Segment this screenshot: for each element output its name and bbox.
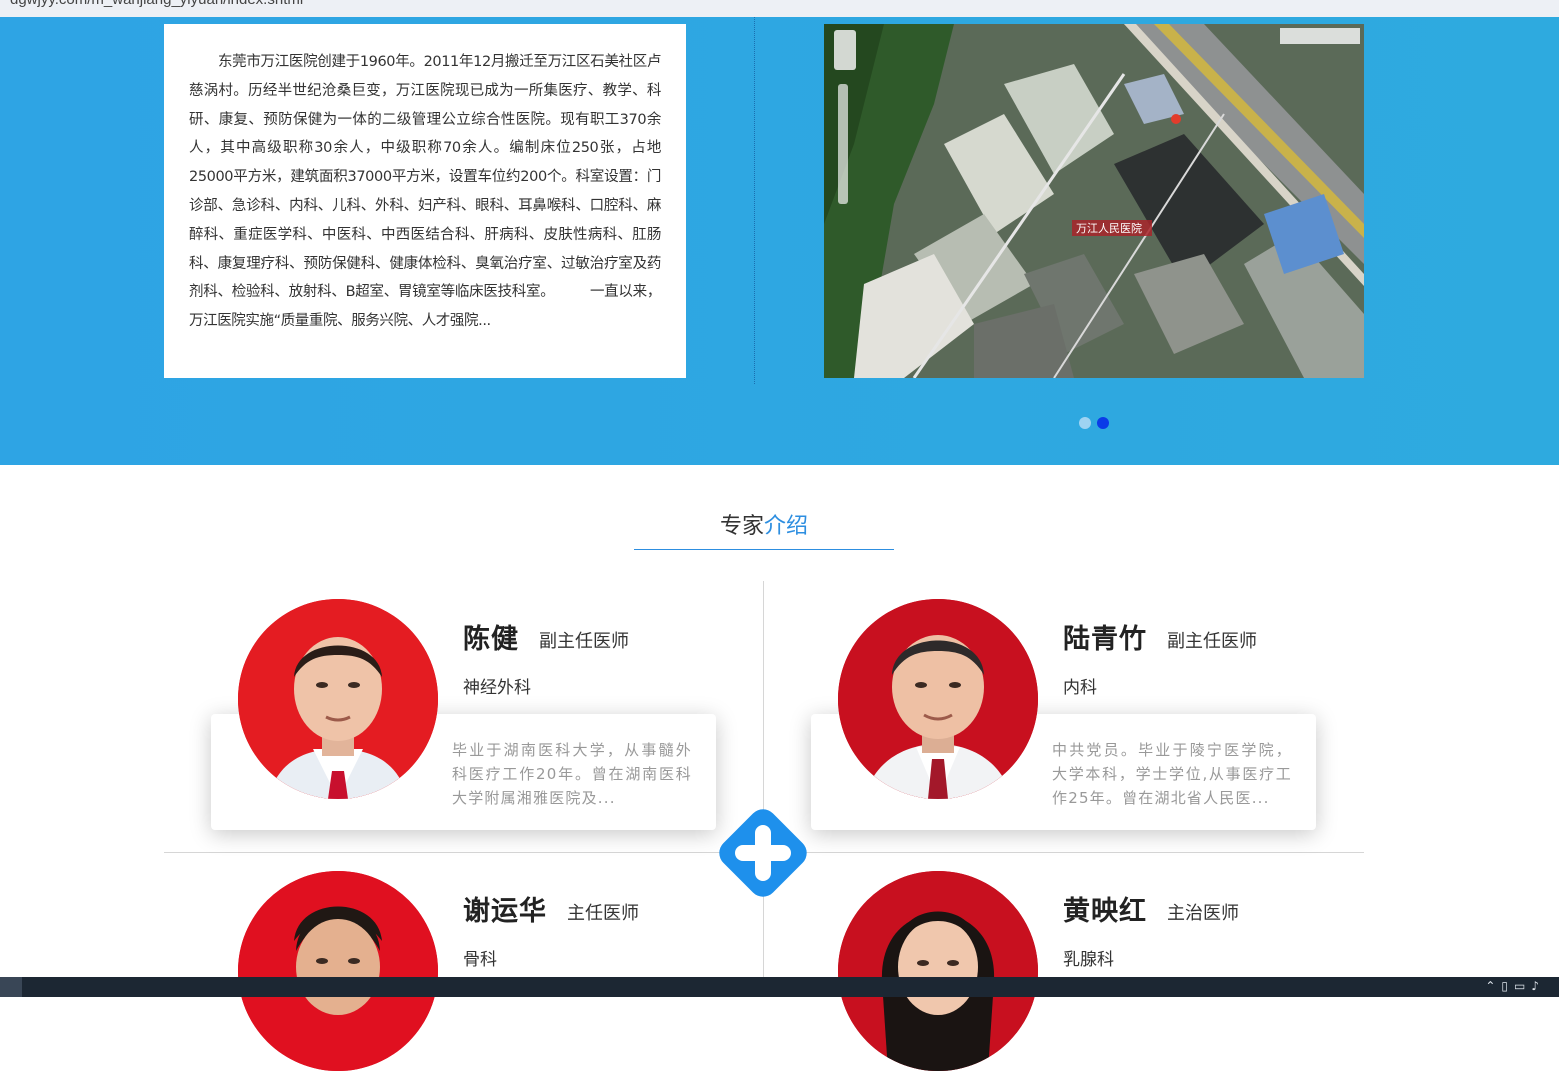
doctor-avatar-4[interactable] (838, 871, 1038, 1071)
doctor-photo-2 (838, 599, 1038, 799)
doctor-avatar-1[interactable] (238, 599, 438, 799)
doctor-name-1[interactable]: 陈健 (463, 617, 519, 656)
satellite-map[interactable]: 万江人民医院 (824, 24, 1364, 378)
volume-icon[interactable]: ♪ (1531, 979, 1545, 993)
carousel-dot-2[interactable] (1097, 417, 1109, 429)
title-accent: 介绍 (764, 514, 809, 539)
doctor-dept-1: 神经外科 (463, 678, 531, 698)
doctor-photo-1 (238, 599, 438, 799)
doctor-name-2[interactable]: 陆青竹 (1063, 617, 1147, 656)
url-text[interactable]: dgwjyy.com/m_wanjiang_yiyuan/index.shtml (10, 0, 303, 8)
tray-chevron-icon[interactable]: ⌃ (1485, 979, 1501, 993)
title-main: 专家 (719, 514, 764, 539)
doctor-dept-3: 骨科 (463, 950, 497, 970)
doctor-title-1: 副主任医师 (539, 631, 629, 652)
satellite-map-image: 万江人民医院 (824, 24, 1364, 378)
doctor-photo-4 (838, 871, 1038, 1071)
doctor-desc-2: 中共党员。毕业于陵宁医学院，大学本科，学士学位,从事医疗工作25年。曾在湖北省人… (1052, 741, 1292, 807)
intro-text: 东莞市万江医院创建于1960年。2011年12月搬迁至万江区石美社区卢慈涡村。历… (189, 54, 661, 330)
carousel-dot-1[interactable] (1079, 417, 1091, 429)
doctor-title-3: 主任医师 (567, 903, 639, 924)
battery-icon[interactable]: ▯ (1501, 979, 1514, 993)
start-button[interactable] (0, 977, 22, 997)
dotted-divider (754, 17, 755, 384)
experts-section-title: 专家介绍 (634, 508, 894, 540)
grid-vertical-divider (763, 581, 764, 977)
system-tray[interactable]: ⌃▯▭♪ (1485, 979, 1545, 993)
about-section: 东莞市万江医院创建于1960年。2011年12月搬迁至万江区石美社区卢慈涡村。历… (0, 17, 1559, 465)
network-icon[interactable]: ▭ (1514, 979, 1531, 993)
doctor-avatar-3[interactable] (238, 871, 438, 1071)
doctor-photo-3 (238, 871, 438, 1071)
doctor-avatar-2[interactable] (838, 599, 1038, 799)
doctor-dept-4: 乳腺科 (1063, 950, 1114, 970)
carousel-indicators (1079, 414, 1115, 433)
map-marker-label: 万江人民医院 (1076, 221, 1142, 235)
doctor-title-2: 副主任医师 (1167, 631, 1257, 652)
title-underline (634, 549, 894, 550)
doctor-title-4: 主治医师 (1167, 903, 1239, 924)
doctor-dept-2: 内科 (1063, 678, 1097, 698)
browser-url-bar[interactable]: dgwjyy.com/m_wanjiang_yiyuan/index.shtml (0, 0, 1559, 17)
intro-card: 东莞市万江医院创建于1960年。2011年12月搬迁至万江区石美社区卢慈涡村。历… (164, 24, 686, 378)
doctor-name-4[interactable]: 黄映红 (1063, 889, 1147, 928)
taskbar: ⌃▯▭♪ (0, 977, 1559, 997)
doctor-desc-1: 毕业于湖南医科大学，从事髓外科医疗工作20年。曾在湖南医科大学附属湘雅医院及..… (452, 741, 692, 807)
doctor-name-3[interactable]: 谢运华 (463, 889, 547, 928)
medical-plus-icon (713, 803, 813, 903)
